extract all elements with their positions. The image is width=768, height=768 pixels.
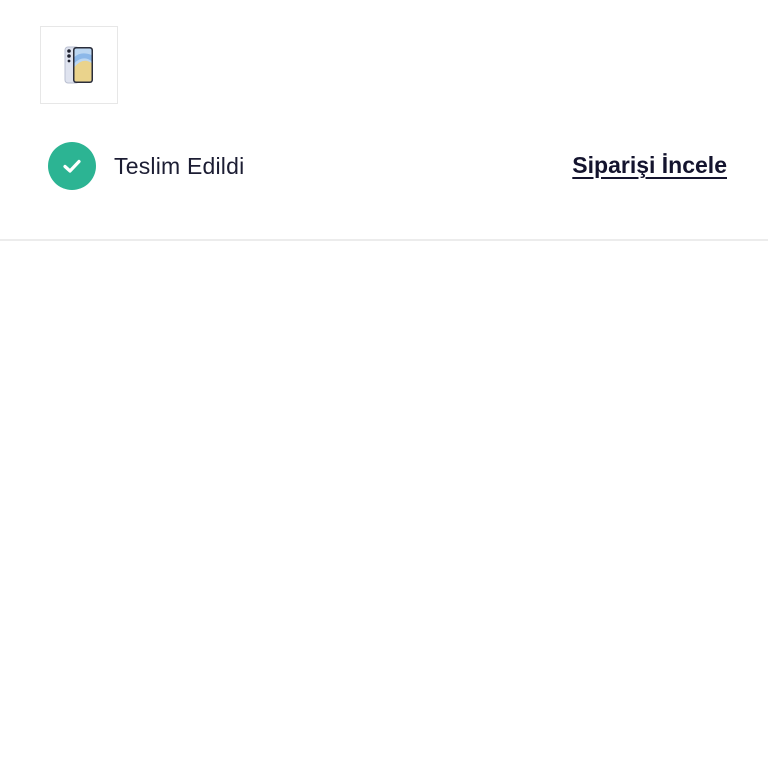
order-card: Teslim Edildi Siparişi İncele	[0, 0, 768, 241]
check-circle-icon	[48, 142, 96, 190]
review-order-link[interactable]: Siparişi İncele	[572, 152, 727, 179]
checkmark-icon	[63, 159, 81, 173]
product-thumbnail[interactable]	[40, 26, 118, 104]
delivery-status: Teslim Edildi	[48, 142, 244, 190]
smartphone-icon	[64, 46, 93, 84]
empty-content-area	[0, 241, 768, 768]
status-label: Teslim Edildi	[114, 152, 245, 179]
